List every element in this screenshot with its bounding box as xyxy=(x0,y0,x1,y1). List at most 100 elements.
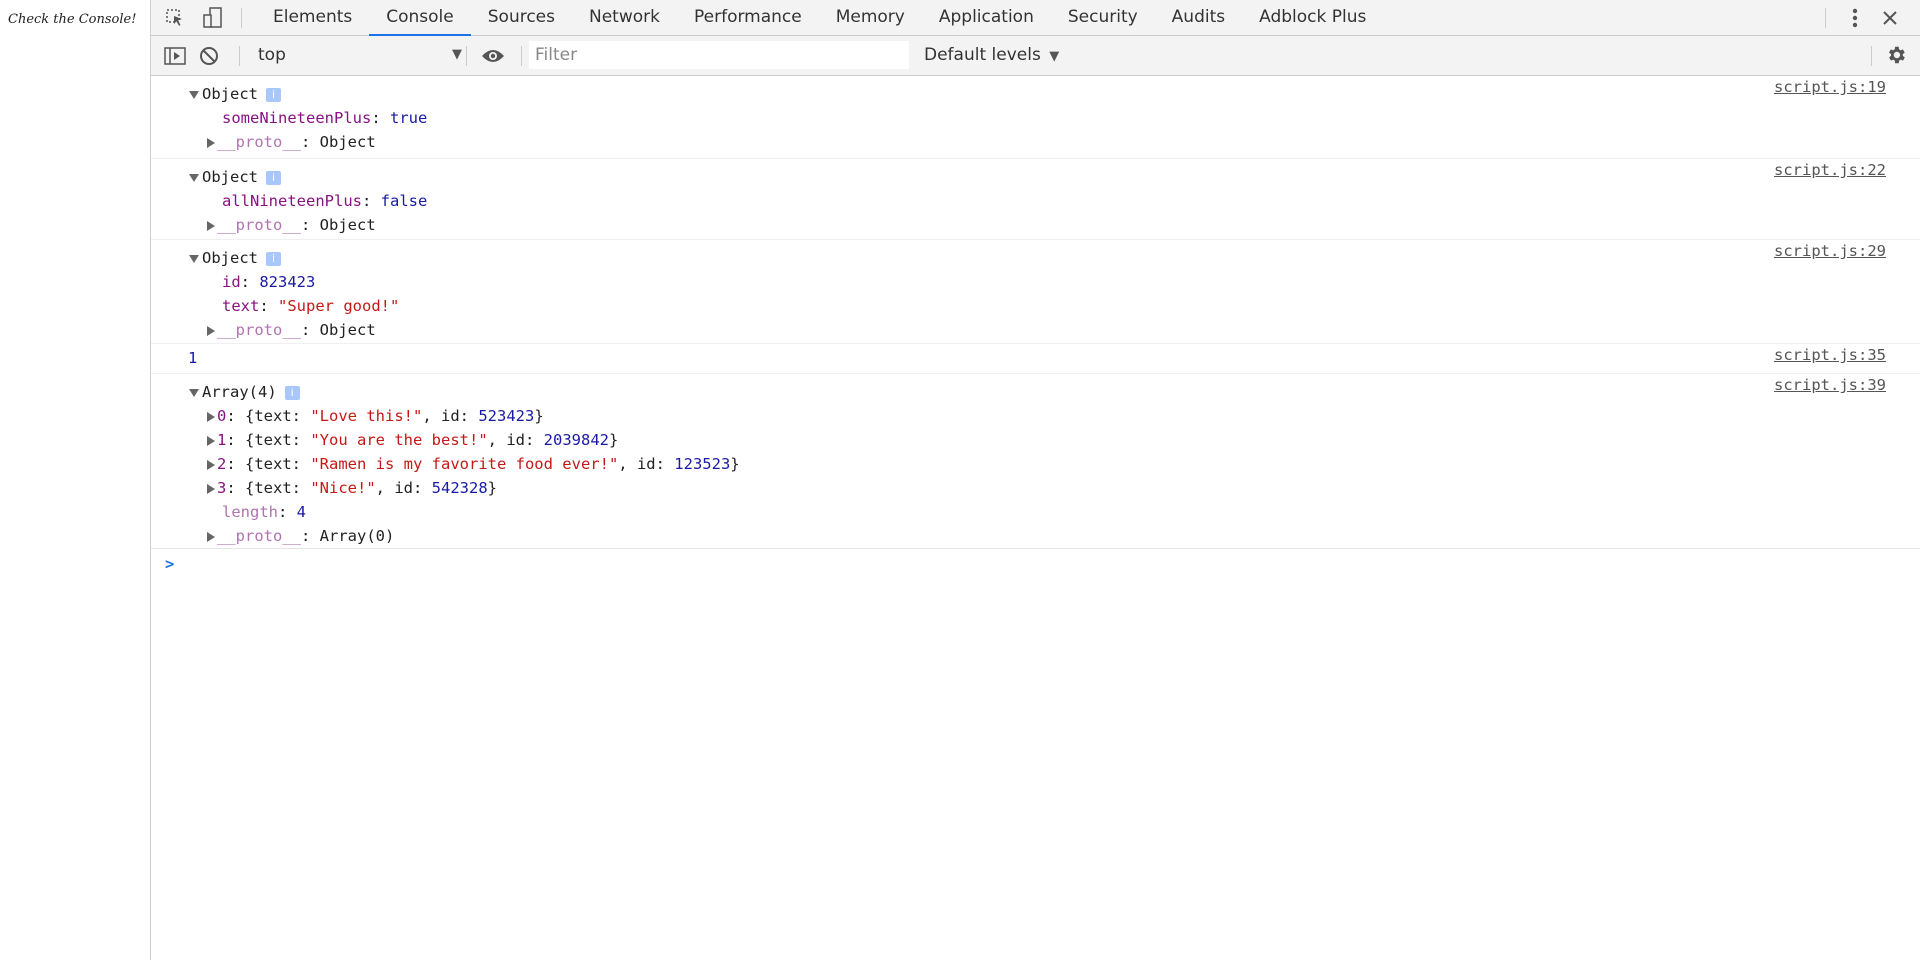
tab-network[interactable]: Network xyxy=(572,0,677,36)
item-text: "Nice!" xyxy=(310,479,376,497)
separator xyxy=(521,46,522,66)
object-header[interactable]: Object i xyxy=(151,246,1920,270)
live-expression-icon[interactable] xyxy=(481,44,505,68)
object-property: someNineteenPlus: true xyxy=(222,109,428,127)
object-property: allNineteenPlus: false xyxy=(222,192,428,210)
cursor-select-icon[interactable] xyxy=(163,6,187,30)
item-id: 542328 xyxy=(431,479,488,497)
console-toolbar: top ▼ Filter Default levels ▼ xyxy=(151,36,1920,76)
object-property: text: "Super good!" xyxy=(222,297,400,315)
array-item[interactable]: 2: {text: "Ramen is my favorite food eve… xyxy=(151,452,1920,476)
property-value: "Super good!" xyxy=(278,297,400,315)
info-icon[interactable]: i xyxy=(266,170,281,185)
tab-console[interactable]: Console xyxy=(369,0,471,36)
tab-memory[interactable]: Memory xyxy=(819,0,922,36)
clear-console-icon[interactable] xyxy=(197,44,221,68)
object-label: Object xyxy=(202,249,258,267)
info-icon[interactable]: i xyxy=(284,385,300,400)
property-value: Object xyxy=(319,133,376,151)
expand-triangle-icon[interactable] xyxy=(189,173,199,182)
info-icon[interactable]: i xyxy=(266,87,281,102)
array-index: 0 xyxy=(217,407,227,425)
property-value: false xyxy=(380,192,428,210)
property-key: someNineteenPlus xyxy=(222,109,372,127)
vertical-dots-icon[interactable] xyxy=(1843,6,1867,30)
property-key: __proto__ xyxy=(217,133,301,151)
item-text: "Love this!" xyxy=(310,407,423,425)
item-text: "You are the best!" xyxy=(310,431,488,449)
property-value: Object xyxy=(319,216,376,234)
proto-row[interactable]: __proto__: Object xyxy=(151,318,1920,342)
expand-triangle-icon[interactable] xyxy=(207,325,215,336)
property-value: 823423 xyxy=(259,273,316,291)
source-link[interactable]: script.js:19 xyxy=(1774,78,1886,96)
object-label: Object xyxy=(202,168,258,186)
console-message: Object i allNineteenPlus: false __proto__… xyxy=(151,159,1920,240)
page-heading: Check the Console! xyxy=(8,12,137,27)
separator xyxy=(1871,46,1872,66)
expand-triangle-icon[interactable] xyxy=(207,483,215,494)
context-value: top xyxy=(258,45,286,65)
log-levels-label: Default levels xyxy=(924,45,1041,65)
number-value-row: 1 xyxy=(151,346,1920,370)
array-header[interactable]: Array(4) i xyxy=(151,380,1920,404)
console-message: Object i id: 823423 text: "Super good!" _… xyxy=(151,240,1920,344)
expand-triangle-icon[interactable] xyxy=(189,254,199,263)
property-value: 4 xyxy=(296,503,307,521)
proto-row[interactable]: __proto__: Array(0) xyxy=(151,524,1920,548)
array-item[interactable]: 3: {text: "Nice!", id: 542328} xyxy=(151,476,1920,500)
expand-triangle-icon[interactable] xyxy=(189,388,199,397)
expand-triangle-icon[interactable] xyxy=(207,459,215,470)
array-item[interactable]: 0: {text: "Love this!", id: 523423} xyxy=(151,404,1920,428)
dropdown-arrow-icon: ▼ xyxy=(452,47,462,62)
property-key: __proto__ xyxy=(217,321,301,339)
source-link[interactable]: script.js:22 xyxy=(1774,161,1886,179)
tab-application[interactable]: Application xyxy=(922,0,1051,36)
expand-triangle-icon[interactable] xyxy=(189,90,199,99)
object-header[interactable]: Object i xyxy=(151,165,1920,189)
tab-sources[interactable]: Sources xyxy=(471,0,572,36)
expand-triangle-icon[interactable] xyxy=(207,531,215,542)
tab-security[interactable]: Security xyxy=(1051,0,1155,36)
tab-adblock-plus[interactable]: Adblock Plus xyxy=(1242,0,1383,36)
dropdown-arrow-icon: ▼ xyxy=(1049,49,1060,64)
console-prompt[interactable]: > xyxy=(151,549,1920,579)
separator xyxy=(466,46,467,66)
prompt-chevron-icon: > xyxy=(165,555,175,573)
expand-triangle-icon[interactable] xyxy=(207,435,215,446)
array-item[interactable]: 1: {text: "You are the best!", id: 20398… xyxy=(151,428,1920,452)
context-selector[interactable]: top ▼ xyxy=(258,42,462,68)
console-message: Array(4) i 0: {text: "Love this!", id: 52… xyxy=(151,374,1920,549)
array-index: 3 xyxy=(217,479,227,497)
devtools-tabbar: Elements Console Sources Network Perform… xyxy=(151,0,1920,36)
expand-triangle-icon[interactable] xyxy=(207,220,215,231)
console-message: 1 script.js:35 xyxy=(151,344,1920,374)
proto-row[interactable]: __proto__: Object xyxy=(151,130,1920,154)
item-id: 2039842 xyxy=(543,431,609,449)
item-id: 123523 xyxy=(674,455,731,473)
device-toolbar-icon[interactable] xyxy=(201,6,225,30)
object-header[interactable]: Object i xyxy=(151,82,1920,106)
close-icon[interactable] xyxy=(1878,6,1902,30)
tab-performance[interactable]: Performance xyxy=(677,0,819,36)
tab-audits[interactable]: Audits xyxy=(1155,0,1242,36)
object-property: id: 823423 xyxy=(222,273,316,291)
property-key: __proto__ xyxy=(217,216,301,234)
object-label: Object xyxy=(202,85,258,103)
proto-row[interactable]: __proto__: Object xyxy=(151,213,1920,237)
source-link[interactable]: script.js:35 xyxy=(1774,346,1886,364)
separator xyxy=(241,8,242,28)
source-link[interactable]: script.js:29 xyxy=(1774,242,1886,260)
log-levels-dropdown[interactable]: Default levels ▼ xyxy=(924,42,1059,70)
console-output: Object i someNineteenPlus: true __proto__… xyxy=(151,76,1920,579)
property-key: text xyxy=(222,297,260,315)
gear-icon[interactable] xyxy=(1884,43,1908,67)
expand-triangle-icon[interactable] xyxy=(207,411,215,422)
info-icon[interactable]: i xyxy=(266,251,281,266)
array-label: Array(4) xyxy=(202,383,277,401)
tab-elements[interactable]: Elements xyxy=(256,0,369,36)
show-sidebar-icon[interactable] xyxy=(163,44,187,68)
filter-input[interactable]: Filter xyxy=(529,41,909,69)
expand-triangle-icon[interactable] xyxy=(207,137,215,148)
source-link[interactable]: script.js:39 xyxy=(1774,376,1886,394)
